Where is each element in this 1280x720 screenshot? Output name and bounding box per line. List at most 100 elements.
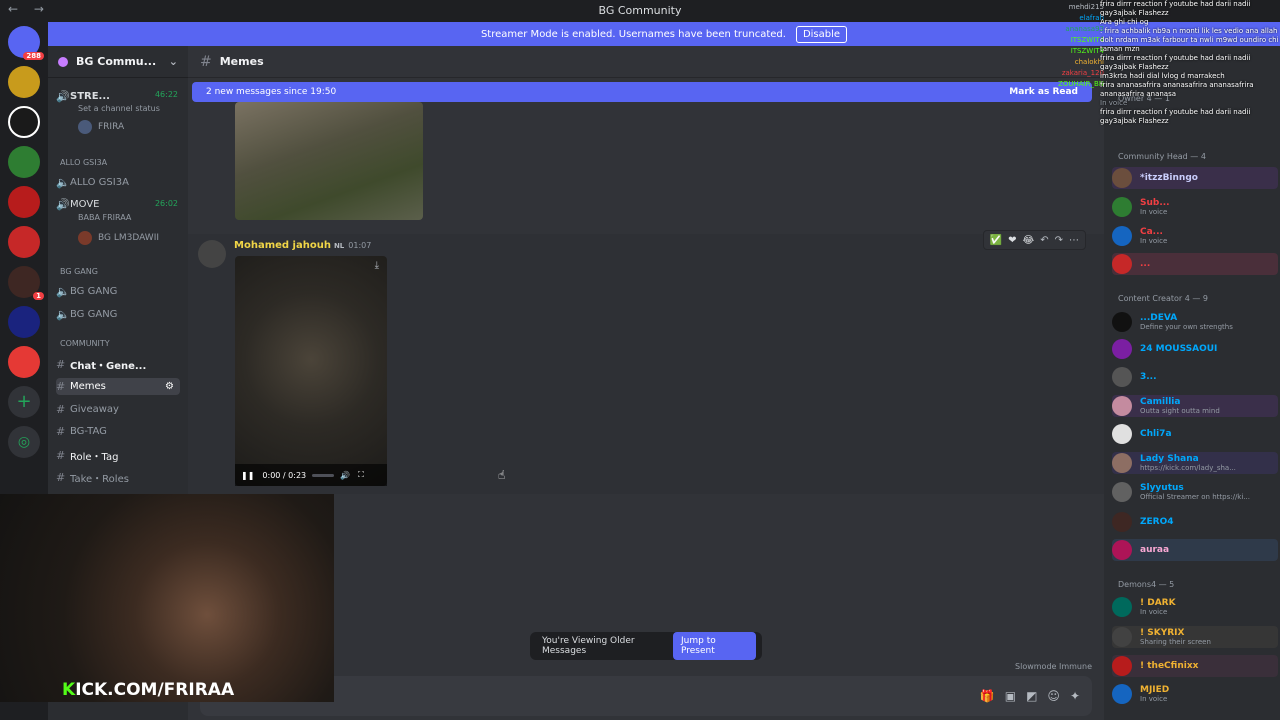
speaker-icon: 🔊 [56, 198, 70, 211]
hashtag-icon: # [56, 471, 66, 484]
avatar [78, 231, 92, 245]
category-community[interactable]: COMMUNITY [60, 339, 110, 348]
server-icon[interactable] [8, 346, 40, 378]
member-item[interactable]: ... [1112, 253, 1278, 275]
member-item[interactable]: *itzzBinngo [1112, 167, 1278, 189]
member-item[interactable]: Camillia Outta sight outta mind [1112, 395, 1278, 417]
disable-button[interactable]: Disable [795, 25, 848, 43]
new-messages-text: 2 new messages since 19:50 [206, 87, 337, 97]
sticker-icon[interactable]: ◩ [1026, 689, 1037, 703]
server-boost-icon [58, 56, 68, 67]
avatar [1112, 312, 1132, 332]
member-item[interactable]: Sub... In voice [1112, 196, 1278, 218]
chat-username: ITSZWIT4 [1070, 47, 1104, 55]
volume-icon[interactable]: 🔊 [340, 471, 350, 480]
member-item[interactable]: Ca... In voice [1112, 225, 1278, 247]
channel-bg-tag[interactable]: # BG-TAG [56, 425, 107, 438]
channel-memes[interactable]: # Memes ⚙ [56, 378, 180, 395]
member-item[interactable]: MJIED In voice [1112, 683, 1278, 705]
video-controls: ❚❚ 0:00 / 0:23 🔊 ⛶ [235, 464, 387, 486]
server-icon[interactable] [8, 306, 40, 338]
voice-channel-allo[interactable]: 🔈 ALLO GSI3A [56, 176, 129, 189]
fullscreen-icon[interactable]: ⛶ [358, 470, 364, 480]
server-icon[interactable] [8, 66, 40, 98]
category-bggang[interactable]: BG GANG [60, 267, 98, 276]
member-item[interactable]: Slyyutus Official Streamer on https://ki.… [1112, 481, 1278, 503]
older-messages-text: You're Viewing Older Messages [542, 636, 635, 656]
message-timestamp: 01:07 [348, 241, 372, 250]
member-item[interactable]: 3... [1112, 366, 1278, 388]
avatar[interactable] [198, 240, 226, 268]
apps-icon[interactable]: ✦ [1070, 689, 1080, 703]
channel-role-tag[interactable]: # Role・Tag [56, 448, 118, 463]
category-allo[interactable]: ALLO GSI3A [60, 158, 107, 167]
add-server-icon[interactable]: + [8, 386, 40, 418]
member-item[interactable]: Lady Shana https://kick.com/lady_sha... [1112, 452, 1278, 474]
heart-reaction-icon[interactable]: ❤ [1008, 235, 1016, 246]
channel-label: Role・Tag [70, 452, 119, 463]
channel-giveaway[interactable]: # Giveaway [56, 403, 119, 416]
jump-to-present-button[interactable]: Jump to Present [673, 632, 756, 660]
chat-username: elafrah [1079, 14, 1104, 22]
avatar [1112, 197, 1132, 217]
member-item[interactable]: ! theCfinixx [1112, 655, 1278, 677]
member-item[interactable]: 24 MOUSSAOUI [1112, 338, 1278, 360]
reply-icon[interactable]: ↶ [1040, 235, 1048, 246]
avatar [1112, 396, 1132, 416]
chevron-down-icon[interactable]: ⌄ [169, 55, 178, 68]
server-icon[interactable] [8, 226, 40, 258]
kick-logo: K [62, 680, 76, 700]
member-item[interactable]: aurаа [1112, 539, 1278, 561]
avatar [1112, 168, 1132, 188]
member-item[interactable]: ! SKYRIX Sharing their screen [1112, 626, 1278, 648]
gif-icon[interactable]: ▣ [1005, 689, 1016, 703]
voice-user[interactable]: FRIRA [78, 120, 124, 134]
discord-home-icon[interactable]: 288 [8, 26, 44, 60]
jump-to-present-bar: You're Viewing Older Messages Jump to Pr… [530, 632, 762, 660]
new-messages-bar[interactable]: 2 new messages since 19:50 Mark as Read [192, 82, 1092, 102]
server-icon[interactable] [8, 146, 40, 178]
explore-icon[interactable]: ◎ [8, 426, 40, 458]
avatar [1112, 339, 1132, 359]
server-icon[interactable] [8, 186, 40, 218]
gift-icon[interactable]: 🎁 [980, 689, 995, 703]
message-author[interactable]: Mohamed jahouh NL 01:07 [234, 240, 371, 251]
chat-username: zakaria_120 [1061, 69, 1104, 77]
voice-channel-bggang[interactable]: 🔈 BG GANG [56, 308, 117, 321]
emoji-icon[interactable]: ☺ [1047, 689, 1060, 703]
member-item[interactable]: ! DARK In voice [1112, 596, 1278, 618]
avatar [1112, 226, 1132, 246]
channel-chat-general[interactable]: # Chat・Gene... [56, 357, 146, 372]
server-icon[interactable]: 1 [8, 266, 44, 300]
voice-channel-stream[interactable]: 🔊 STRE... [56, 90, 110, 103]
chat-username: ananasa92 [1065, 25, 1104, 33]
pause-icon[interactable]: ❚❚ [241, 471, 254, 480]
webcam-overlay [0, 494, 334, 702]
voice-channel-move[interactable]: 🔊 MOVE [56, 198, 99, 211]
stream-chat-overlay: frira dirrr reaction f youtube had darii… [1100, 0, 1280, 126]
member-group-header: Community Head — 4 [1118, 152, 1206, 161]
check-reaction-icon[interactable]: ✅ [990, 235, 1002, 246]
volume-slider[interactable] [312, 473, 335, 477]
speaker-icon: 🔈 [56, 176, 70, 189]
forward-icon[interactable]: ↷ [1055, 235, 1063, 246]
voice-channel-bggang[interactable]: 🔈 BG GANG [56, 285, 117, 298]
video-player[interactable]: ⤓ ❚❚ 0:00 / 0:23 🔊 ⛶ [235, 256, 387, 486]
laugh-reaction-icon[interactable]: 😂 [1023, 235, 1035, 246]
member-item[interactable]: ...DEVA Define your own strengths [1112, 311, 1278, 333]
chat-username: ZOUHAIR_BN [1058, 80, 1104, 88]
chat-line: frira dirrr reaction f youtube had darii… [1100, 108, 1251, 125]
avatar [1112, 424, 1132, 444]
member-item[interactable]: ZERO4 [1112, 511, 1278, 533]
member-item[interactable]: Chli7a [1112, 423, 1278, 445]
channel-take-roles[interactable]: # Take・Roles [56, 470, 129, 485]
download-icon[interactable]: ⤓ [375, 260, 379, 271]
voice-user[interactable]: BG LM3DAWII [78, 231, 159, 245]
more-icon[interactable]: ⋯ [1069, 235, 1079, 246]
settings-icon[interactable]: ⚙ [165, 381, 174, 392]
channel-status[interactable]: Set a channel status [78, 104, 160, 113]
back-forward-icon[interactable]: ← → [8, 2, 50, 16]
server-icon[interactable] [8, 106, 40, 138]
server-header[interactable]: BG Commu... ⌄ [48, 46, 188, 78]
image-attachment[interactable] [235, 102, 423, 220]
